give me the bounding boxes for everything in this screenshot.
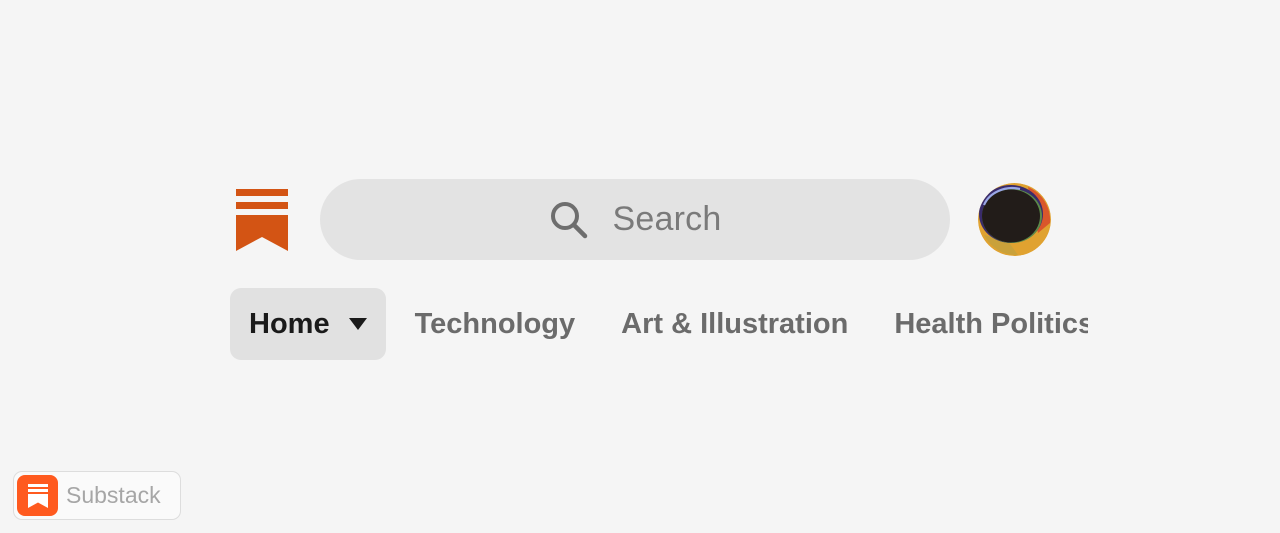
search-icon [549,200,589,240]
tab-home[interactable]: Home [230,288,386,360]
search-bar[interactable]: Search [320,179,950,260]
tab-home-label: Home [249,308,330,340]
substack-logo-icon[interactable] [236,189,288,251]
tab-art-illustration[interactable]: Art & Illustration [598,288,871,360]
tab-technology[interactable]: Technology [392,288,599,360]
user-avatar[interactable] [978,183,1051,256]
caret-down-icon [348,317,368,331]
substack-badge-icon [17,475,58,516]
substack-badge[interactable]: Substack [13,471,181,520]
substack-badge-label: Substack [66,482,161,508]
search-placeholder: Search [612,200,722,238]
category-tabs: Home Technology Art & Illustration Healt… [230,288,1088,360]
tab-health-politics[interactable]: Health Politics [871,288,1088,360]
